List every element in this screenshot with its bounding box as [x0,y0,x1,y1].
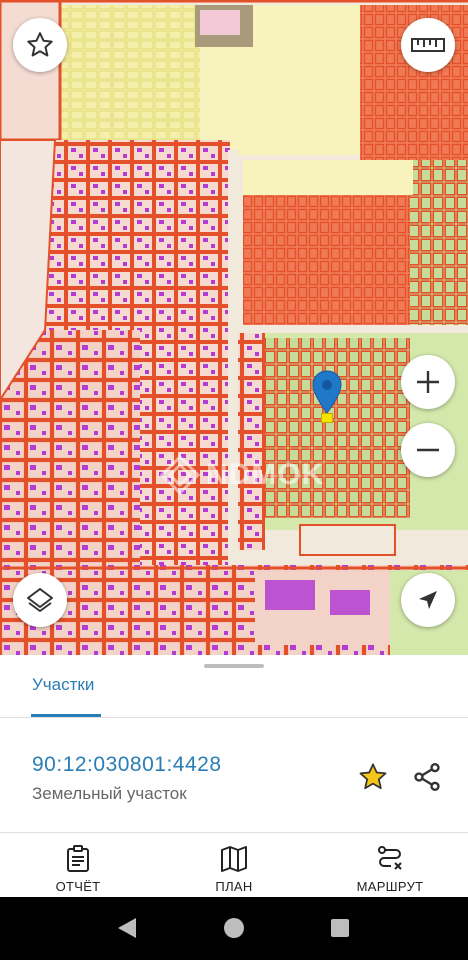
sheet-divider [0,832,468,833]
minus-icon [417,448,439,452]
nav-plan-label: ПЛАН [215,879,253,894]
selected-parcel[interactable] [321,413,333,423]
system-nav-bar [0,897,468,960]
star-icon [27,32,53,57]
tab-parcels[interactable]: Участки [32,675,94,695]
watermark-text: NDMOK [206,458,325,491]
system-nav-buttons [118,918,349,938]
map-canvas[interactable] [0,0,468,655]
ruler-button[interactable] [401,18,455,72]
nav-report-label: ОТЧЁТ [55,879,101,894]
plus-icon [417,371,439,393]
map-icon [221,846,247,872]
nav-plan-button[interactable]: ПЛАН [174,845,294,894]
route-icon [378,846,402,870]
tab-divider [0,717,468,718]
sheet-drag-handle[interactable] [204,664,264,668]
share-icon [414,763,440,791]
star-icon [359,763,387,790]
nav-report-button[interactable]: ОТЧЁТ [18,845,138,894]
object-type-label: Земельный участок [32,784,187,803]
navigation-arrow-icon [419,591,437,609]
cadastral-number-link[interactable]: 90:12:030801:4428 [32,753,222,777]
report-icon [67,845,89,872]
location-pin-icon[interactable] [312,370,342,419]
home-icon[interactable] [224,918,244,938]
ruler-icon [411,38,445,52]
nav-route-label: МАРШРУТ [356,879,424,894]
favorite-map-button[interactable] [13,18,67,72]
add-favorite-button[interactable] [356,761,390,798]
back-icon[interactable] [118,918,136,938]
locate-button[interactable] [401,573,455,627]
zoom-out-button[interactable] [401,423,455,477]
recents-icon[interactable] [331,919,349,937]
layers-icon [27,588,53,612]
watermark: NDMOK [160,455,324,495]
nav-route-button[interactable]: МАРШРУТ [330,845,450,894]
map-view[interactable]: NDMOK [0,0,468,655]
layers-button[interactable] [13,573,67,627]
bottom-sheet: Участки 90:12:030801:4428 Земельный учас… [0,655,468,897]
share-button[interactable] [411,761,443,798]
zoom-in-button[interactable] [401,355,455,409]
watermark-logo-icon [160,455,200,495]
